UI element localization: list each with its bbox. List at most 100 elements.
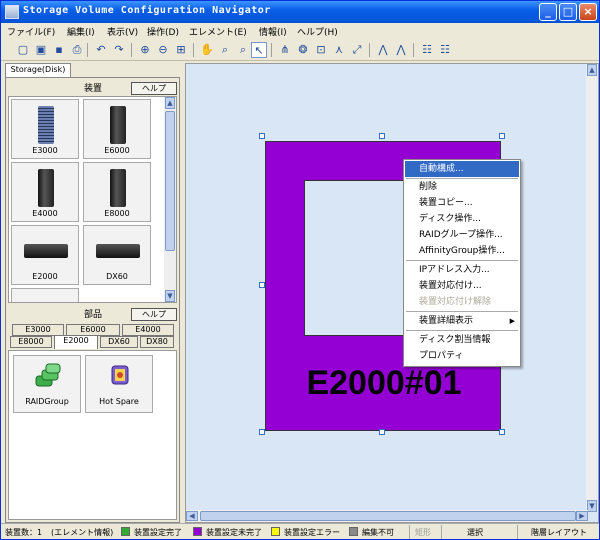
network-alt-icon[interactable]: ⋀ bbox=[393, 42, 409, 58]
legend-incomplete-label: 装置設定未完了 bbox=[206, 528, 262, 537]
toolbar-separator bbox=[413, 43, 414, 57]
menu-edit[interactable]: 編集(I) bbox=[67, 25, 95, 38]
zoom-out-icon[interactable]: ⊖ bbox=[155, 42, 171, 58]
legend-swatch-error bbox=[271, 527, 280, 536]
device-e6000[interactable]: E6000 bbox=[83, 99, 151, 159]
device-name: E4000 bbox=[32, 209, 58, 218]
ctx-disk-operation[interactable]: ディスク操作... bbox=[405, 211, 519, 227]
print-icon[interactable]: ⎙ bbox=[69, 42, 85, 58]
maximize-button[interactable]: □ bbox=[559, 3, 577, 21]
resize-handle[interactable] bbox=[379, 429, 385, 435]
storage-tower-icon bbox=[38, 106, 54, 144]
layout-hierarchy-icon[interactable]: ⋏ bbox=[331, 42, 347, 58]
menu-view[interactable]: 表示(V) bbox=[107, 25, 138, 38]
device-palette: E3000 E6000 E4000 E8000 E2000 DX60 ▲ ▼ bbox=[8, 96, 177, 303]
ctx-device-detail-view[interactable]: 装置詳細表示 ▶ bbox=[405, 313, 519, 329]
toolbar-separator bbox=[271, 43, 272, 57]
pan-hand-icon[interactable]: ✋ bbox=[199, 42, 215, 58]
scroll-thumb[interactable] bbox=[165, 111, 175, 251]
devices-help-button[interactable]: ヘルプ bbox=[131, 82, 177, 95]
scroll-down-arrow-icon[interactable]: ▼ bbox=[587, 500, 597, 512]
legend-locked-label: 編集不可 bbox=[362, 528, 394, 537]
status-device-count: 装置数：1 bbox=[5, 528, 43, 537]
submenu-arrow-icon: ▶ bbox=[509, 317, 515, 325]
tab-dx60[interactable]: DX60 bbox=[100, 336, 138, 348]
ctx-ip-address-input[interactable]: IPアドレス入力... bbox=[405, 262, 519, 278]
device-partial[interactable] bbox=[11, 288, 79, 302]
device-e2000[interactable]: E2000 bbox=[11, 225, 79, 285]
save-icon[interactable]: ▪ bbox=[51, 42, 67, 58]
device-e8000[interactable]: E8000 bbox=[83, 162, 151, 222]
ctx-device-association[interactable]: 装置対応付け... bbox=[405, 278, 519, 294]
tab-storage-disk[interactable]: Storage(Disk) bbox=[5, 63, 71, 77]
resize-handle[interactable] bbox=[259, 133, 265, 139]
device-node-label: E2000#01 bbox=[306, 364, 462, 402]
toolbar-separator bbox=[193, 43, 194, 57]
device-e4000[interactable]: E4000 bbox=[11, 162, 79, 222]
new-file-icon[interactable]: ▢ bbox=[15, 42, 31, 58]
device-palette-scrollbar[interactable]: ▲ ▼ bbox=[164, 97, 176, 302]
resize-handle[interactable] bbox=[499, 429, 505, 435]
open-folder-icon[interactable]: ▣ bbox=[33, 42, 49, 58]
scroll-left-arrow-icon[interactable]: ◀ bbox=[186, 511, 198, 521]
minimize-button[interactable]: _ bbox=[539, 3, 557, 21]
menu-element[interactable]: エレメント(E) bbox=[189, 25, 247, 38]
part-raidgroup[interactable]: RAIDGroup bbox=[13, 355, 81, 413]
ctx-affinity-group-operation[interactable]: AffinityGroup操作... bbox=[405, 243, 519, 259]
redo-icon[interactable]: ↷ bbox=[111, 42, 127, 58]
window-title: Storage Volume Configuration Navigator bbox=[23, 5, 271, 16]
canvas-horizontal-scrollbar[interactable]: ◀ ▶ bbox=[186, 510, 588, 522]
scroll-up-arrow-icon[interactable]: ▲ bbox=[165, 97, 175, 109]
tab-dx80[interactable]: DX80 bbox=[140, 336, 174, 348]
close-button[interactable]: × bbox=[579, 3, 597, 21]
property-icon[interactable]: ☷ bbox=[419, 42, 435, 58]
ctx-device-copy[interactable]: 装置コピー... bbox=[405, 195, 519, 211]
hot-spare-icon bbox=[111, 365, 129, 385]
resize-handle[interactable] bbox=[499, 133, 505, 139]
tab-e2000[interactable]: E2000 bbox=[54, 335, 98, 349]
scroll-thumb[interactable] bbox=[200, 511, 576, 521]
device-name: DX60 bbox=[106, 272, 128, 281]
ctx-delete[interactable]: 削除 bbox=[405, 179, 519, 195]
zoom-in-icon[interactable]: ⊕ bbox=[137, 42, 153, 58]
legend-error-label: 装置設定エラー bbox=[284, 528, 340, 537]
resize-handle[interactable] bbox=[259, 429, 265, 435]
layout-tree-icon[interactable]: ⋔ bbox=[277, 42, 293, 58]
device-name: E8000 bbox=[104, 209, 130, 218]
ctx-raid-group-operation[interactable]: RAIDグループ操作... bbox=[405, 227, 519, 243]
device-dx60[interactable]: DX60 bbox=[83, 225, 151, 285]
menu-file[interactable]: ファイル(F) bbox=[7, 25, 55, 38]
part-hot-spare[interactable]: Hot Spare bbox=[85, 355, 153, 413]
menu-info[interactable]: 情報(I) bbox=[259, 25, 287, 38]
zoom-select-icon[interactable]: ⌕ bbox=[235, 42, 251, 58]
menu-help[interactable]: ヘルプ(H) bbox=[297, 25, 338, 38]
layout-grid-icon[interactable]: ⊡ bbox=[313, 42, 329, 58]
status-separator bbox=[409, 525, 410, 539]
scroll-right-arrow-icon[interactable]: ▶ bbox=[576, 511, 588, 521]
undo-icon[interactable]: ↶ bbox=[93, 42, 109, 58]
parts-section-header: 部品 ヘルプ bbox=[8, 308, 177, 322]
resize-handle[interactable] bbox=[259, 282, 265, 288]
tab-e8000[interactable]: E8000 bbox=[10, 336, 52, 348]
canvas-vertical-scrollbar[interactable]: ▲ ▼ bbox=[586, 64, 598, 512]
ctx-properties[interactable]: プロパティ bbox=[405, 348, 519, 364]
scroll-up-arrow-icon[interactable]: ▲ bbox=[587, 64, 597, 76]
ctx-auto-config[interactable]: 自動構成... bbox=[405, 161, 519, 177]
select-arrow-icon[interactable]: ↖ bbox=[251, 42, 267, 58]
parts-help-button[interactable]: ヘルプ bbox=[131, 308, 177, 321]
toolbar-separator bbox=[369, 43, 370, 57]
resize-handle[interactable] bbox=[379, 133, 385, 139]
fit-icon[interactable]: ⊞ bbox=[173, 42, 189, 58]
ctx-item-label: 装置詳細表示 bbox=[419, 316, 474, 326]
tab-e4000[interactable]: E4000 bbox=[122, 324, 174, 336]
context-menu: 自動構成... 削除 装置コピー... ディスク操作... RAIDグループ操作… bbox=[403, 159, 521, 367]
scroll-down-arrow-icon[interactable]: ▼ bbox=[165, 290, 175, 302]
layout-free-icon[interactable]: ⤢ bbox=[349, 42, 365, 58]
zoom-area-icon[interactable]: ⌕ bbox=[217, 42, 233, 58]
config-icon[interactable]: ☷ bbox=[437, 42, 453, 58]
layout-circle-icon[interactable]: ❂ bbox=[295, 42, 311, 58]
device-e3000[interactable]: E3000 bbox=[11, 99, 79, 159]
ctx-disk-allocation-info[interactable]: ディスク割当情報 bbox=[405, 332, 519, 348]
network-icon[interactable]: ⋀ bbox=[375, 42, 391, 58]
menu-operation[interactable]: 操作(D) bbox=[147, 25, 179, 38]
